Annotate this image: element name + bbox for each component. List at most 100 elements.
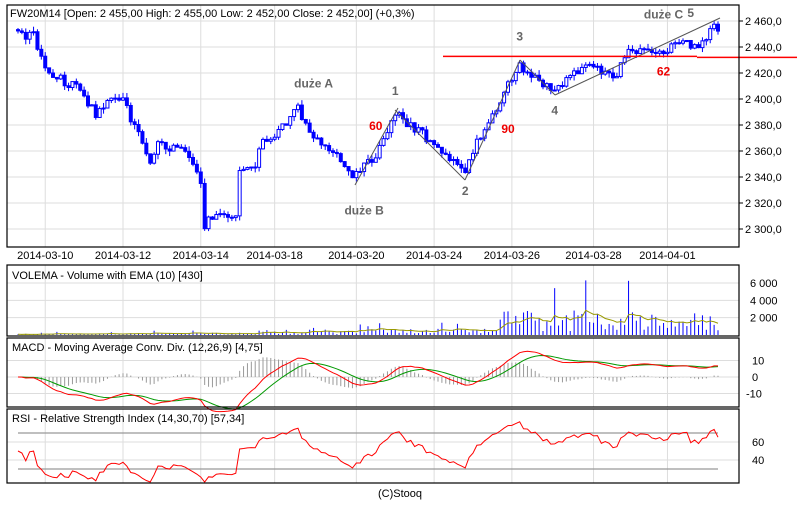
candle-body [292, 109, 297, 118]
candle-body [43, 55, 48, 69]
candle-body [712, 23, 717, 30]
candle-body [381, 138, 386, 146]
candle-body [171, 144, 176, 152]
candle-body [459, 163, 464, 169]
candle-body [101, 107, 106, 110]
x-tick-label: 2014-03-28 [565, 250, 621, 262]
candle-body [198, 171, 203, 184]
volume-tick-label: 6 000 [750, 278, 778, 290]
candle-body [296, 104, 300, 111]
candle-body [369, 159, 374, 163]
candle-body [447, 153, 452, 162]
candle-body [451, 158, 456, 162]
candle-body [331, 150, 335, 153]
candle-body [393, 114, 398, 122]
candle-body [443, 152, 448, 155]
candle-body [47, 67, 52, 74]
candle-body [280, 123, 285, 130]
candle-body [552, 89, 557, 92]
candle-body [688, 39, 693, 49]
rsi-tick-label: 60 [752, 437, 764, 449]
candle-body [113, 97, 118, 100]
candle-body [653, 51, 658, 54]
candle-body [124, 97, 129, 106]
candle-body [607, 70, 612, 74]
candle-body [704, 39, 709, 42]
candle-body [226, 214, 230, 218]
candle-body [148, 153, 153, 164]
candle-body [16, 29, 20, 32]
x-tick-label: 2014-03-10 [17, 250, 73, 262]
candle-body [136, 123, 141, 133]
candle-body [630, 48, 635, 52]
candle-body [237, 170, 242, 217]
candle-body [78, 83, 83, 91]
candle-body [128, 104, 133, 123]
annotation-wave_a: duże A [294, 76, 333, 90]
candle-body [436, 144, 440, 148]
candle-body [183, 147, 188, 152]
candle-body [700, 40, 705, 49]
candle-body [163, 141, 168, 150]
candle-body [646, 48, 650, 51]
macd-tick-label: -10 [746, 389, 762, 401]
candle-body [264, 138, 269, 142]
candle-body [261, 138, 265, 150]
candle-body [319, 137, 324, 146]
candle-body [696, 44, 701, 49]
candle-body [716, 23, 720, 32]
y-tick-label: 2 360,0 [745, 146, 782, 158]
panel-frames [6, 4, 740, 484]
annotation-f90: 90 [501, 122, 515, 136]
candle-body [463, 167, 468, 173]
candle-body [354, 170, 359, 179]
candle-body [568, 74, 573, 79]
candle-body [373, 157, 378, 163]
candle-body [140, 131, 145, 144]
candle-body [109, 97, 114, 101]
candle-body [665, 51, 670, 55]
y-tick-label: 2 380,0 [745, 120, 782, 132]
candle-body [222, 213, 227, 216]
candle-body [284, 123, 289, 126]
candle-body [268, 138, 273, 142]
x-tick-label: 2014-03-24 [406, 250, 462, 262]
rsi-panel-title: RSI - Relative Strength Index (14,30,70)… [12, 413, 244, 425]
annotation-f62: 62 [657, 65, 671, 79]
x-tick-label: 2014-03-14 [173, 250, 229, 262]
candle-body [253, 166, 258, 169]
candle-body [439, 146, 444, 154]
candle-body [517, 62, 522, 73]
candle-body [583, 64, 588, 68]
candle-body [51, 72, 55, 78]
y-tick-label: 2 400,0 [745, 94, 782, 106]
trend-line [519, 59, 556, 96]
candle-body [564, 77, 569, 87]
candle-body [307, 122, 312, 133]
candle-body [288, 116, 293, 126]
macd-tick-label: 10 [752, 356, 764, 368]
candle-body [206, 216, 211, 230]
candle-body [323, 144, 328, 147]
candle-body [159, 141, 164, 144]
candle-body [572, 70, 577, 76]
candle-body [156, 141, 160, 155]
candle-body [579, 66, 584, 75]
x-tick-label: 2014-03-12 [95, 250, 151, 262]
candle-body [638, 48, 643, 55]
candle-body [513, 71, 518, 82]
candle-body [229, 216, 234, 219]
candle-body [634, 50, 639, 55]
y-tick-label: 2 460,0 [745, 16, 782, 28]
candle-body [179, 146, 184, 149]
candle-body [132, 121, 137, 125]
candle-body [257, 148, 262, 168]
candle-body [121, 97, 125, 101]
annotation-w5: 5 [687, 6, 694, 20]
annotations: duże A duże B duże C 1 2 3 4 5 60 90 62 [294, 6, 797, 218]
annotation-w3: 3 [516, 30, 523, 44]
candle-body [175, 144, 180, 148]
candle-body [39, 48, 44, 57]
y-tick-label: 2 300,0 [745, 224, 782, 236]
candle-body [105, 99, 110, 109]
